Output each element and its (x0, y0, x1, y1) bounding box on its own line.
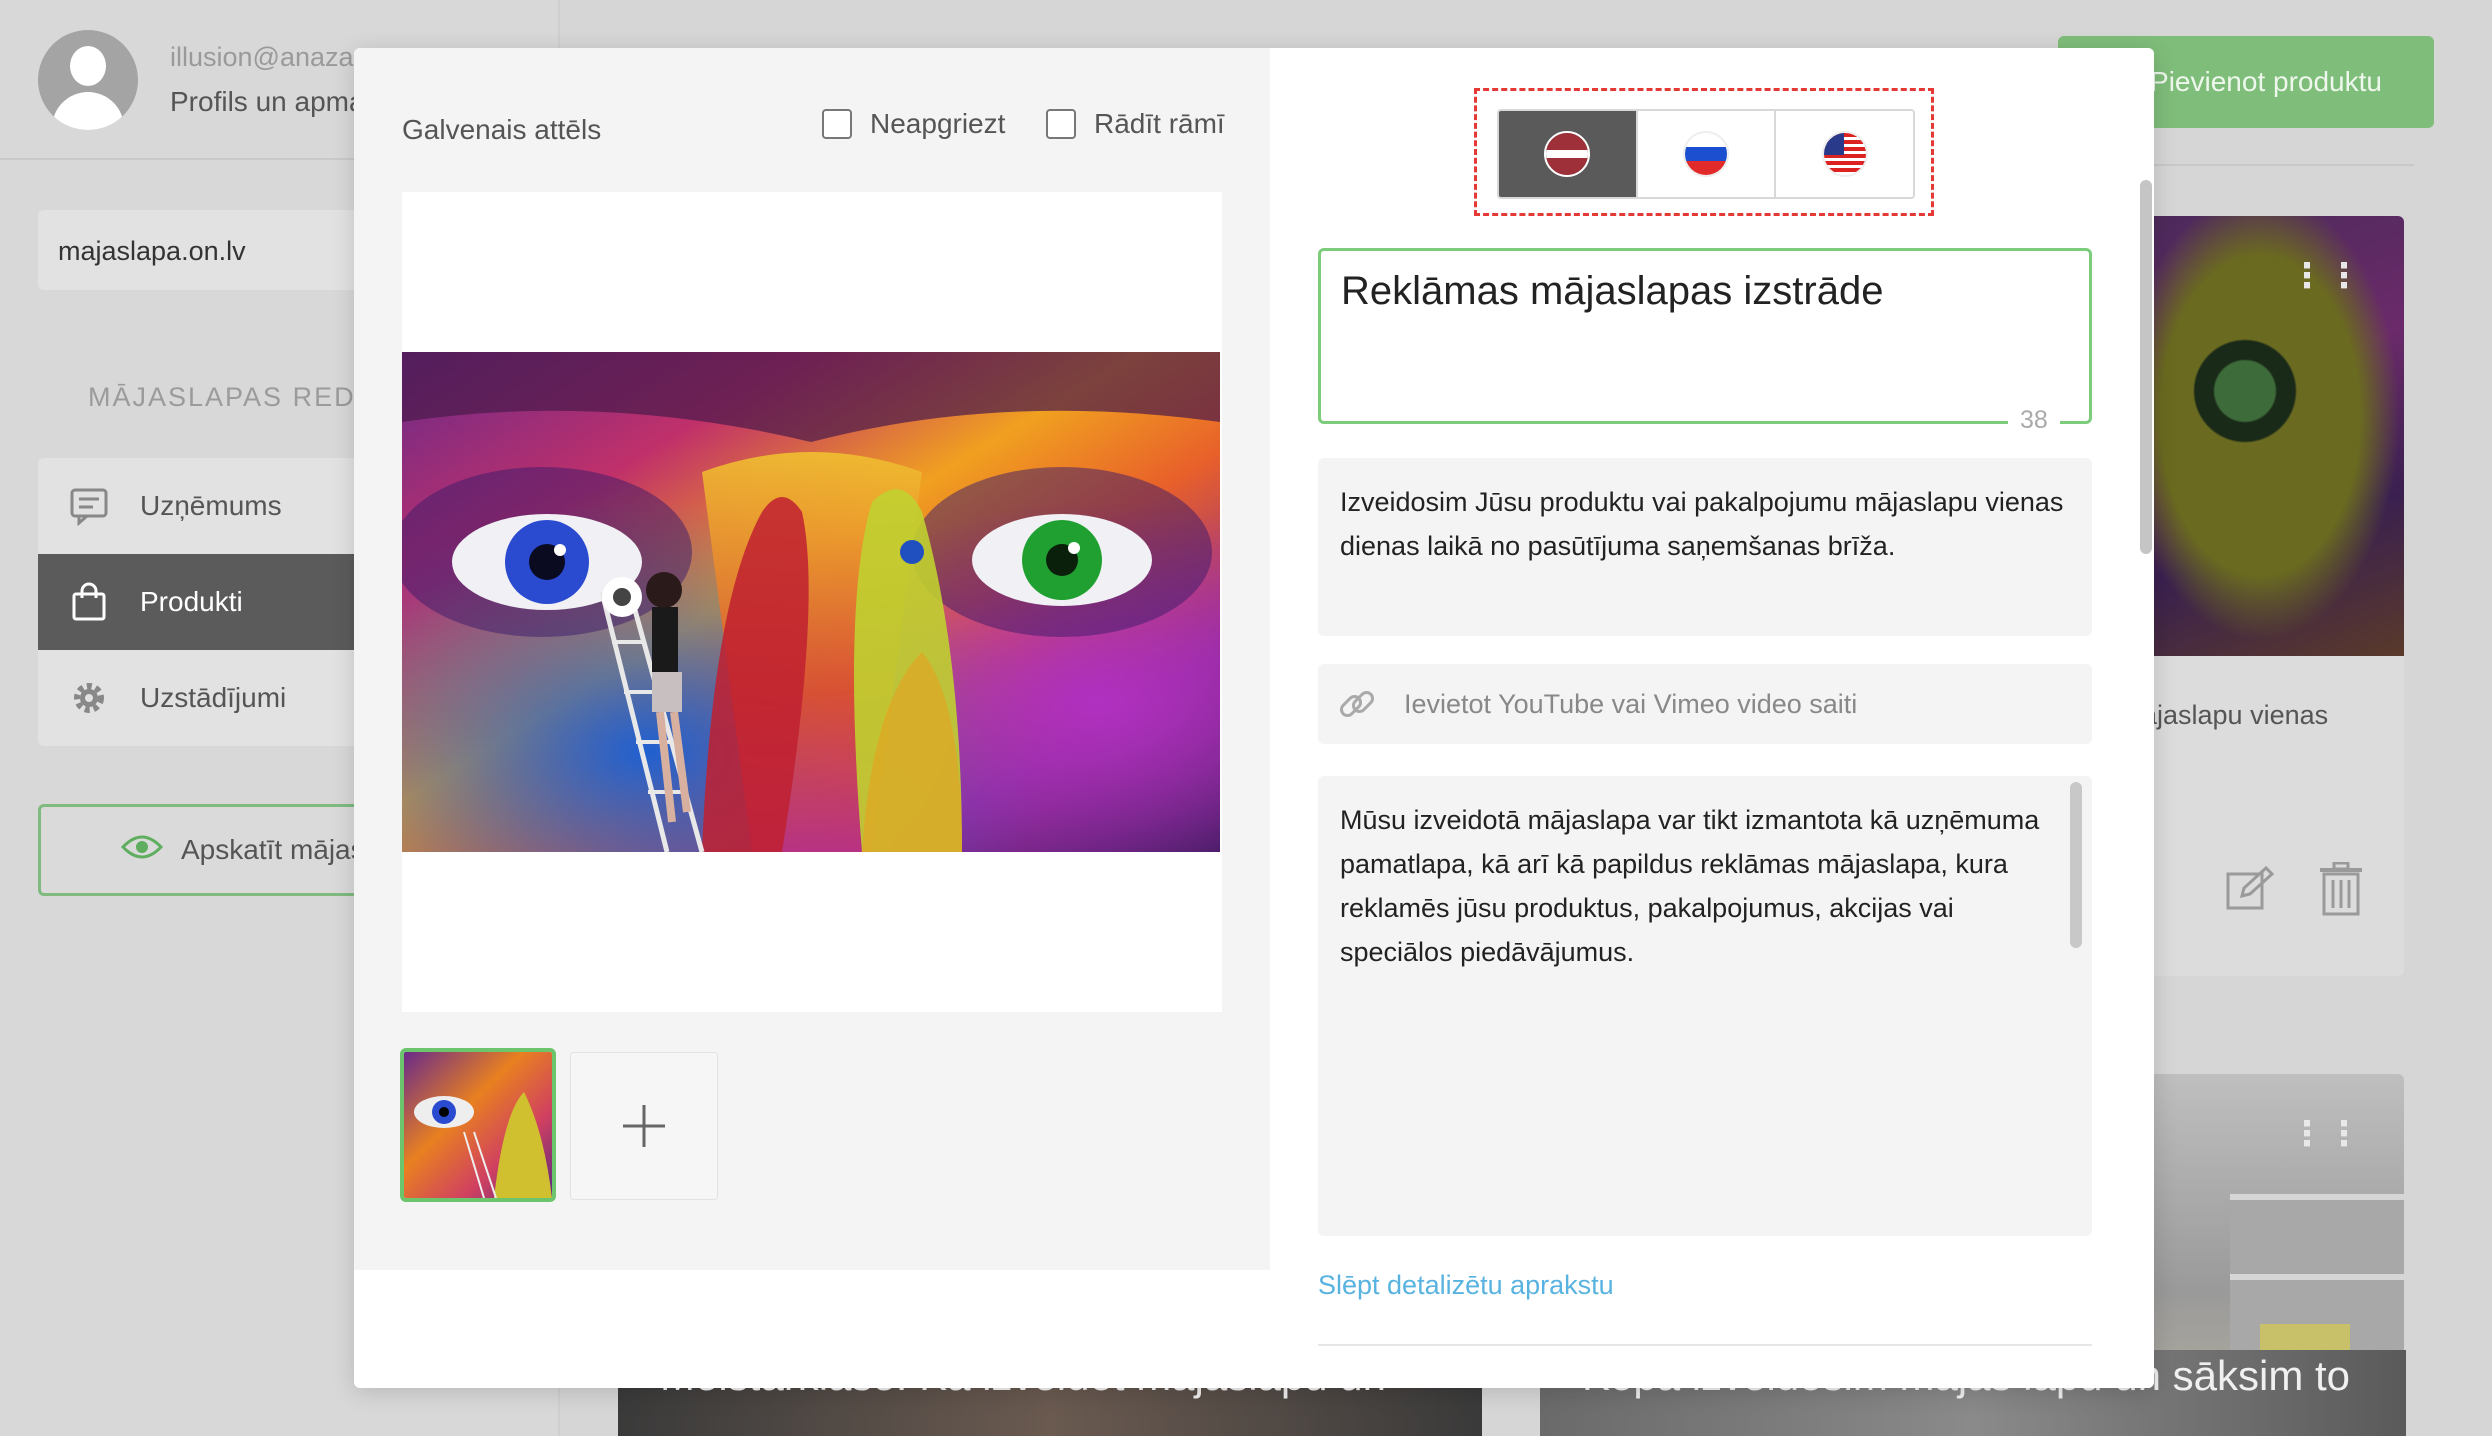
trash-icon[interactable] (2318, 861, 2364, 921)
sidebar-item-label: Uzņēmums (140, 490, 282, 521)
video-url-placeholder: Ievietot YouTube vai Vimeo video saiti (1404, 688, 1858, 719)
modal-scrollbar[interactable] (2140, 180, 2152, 554)
shopping-bag-icon (68, 581, 110, 623)
uncropped-label: Neapgriezt (870, 108, 1006, 139)
link-icon (1336, 683, 1378, 725)
uncropped-checkbox[interactable]: Neapgriezt (822, 108, 1005, 140)
chat-icon (68, 485, 110, 527)
image-thumbnail[interactable] (400, 1048, 556, 1202)
main-image-label: Galvenais attēls (402, 114, 602, 145)
latvia-flag-icon (1544, 131, 1591, 177)
details-pane: Reklāmas mājaslapas izstrāde 38 Izveidos… (1270, 48, 2154, 1388)
show-frame-label: Rādīt rāmī (1094, 108, 1225, 139)
hide-details-link[interactable]: Slēpt detalizētu aprakstu (1318, 1270, 1614, 1301)
language-switcher (1497, 109, 1915, 199)
language-button-ru[interactable] (1637, 111, 1777, 197)
title-char-count: 38 (2008, 406, 2060, 435)
sidebar-item-label: Produkti (140, 586, 243, 617)
more-options-icon[interactable]: ⋮⋮ (2290, 256, 2364, 296)
short-description-input[interactable]: Izveidosim Jūsu produktu vai pakalpojumu… (1318, 458, 2092, 636)
profile-link[interactable]: Profils un apma (170, 86, 365, 118)
more-options-icon[interactable]: ⋮⋮ (2290, 1114, 2364, 1154)
gear-icon (68, 677, 110, 719)
add-image-button[interactable] (570, 1052, 718, 1200)
language-switcher-highlight (1474, 88, 1934, 216)
usa-flag-icon (1821, 131, 1868, 177)
section-label: MĀJASLAPAS REDI (88, 382, 366, 412)
product-title-input[interactable]: Reklāmas mājaslapas izstrāde (1318, 248, 2092, 424)
user-email: illusion@anaza (170, 42, 354, 72)
view-site-label: Apskatīt mājas (181, 834, 365, 865)
product-card[interactable]: ⋮⋮ ājaslapu vienas (2110, 216, 2404, 976)
divider (1318, 1344, 2092, 1346)
product-edit-modal: Galvenais attēls Neapgriezt Rādīt rāmī R… (354, 48, 2154, 1388)
russia-flag-icon (1683, 131, 1729, 177)
language-button-en[interactable] (1776, 111, 1913, 197)
eye-icon (120, 833, 164, 868)
detailed-description-input[interactable]: Mūsu izveidotā mājaslapa var tikt izmant… (1318, 776, 2092, 1236)
checkbox-box[interactable] (822, 109, 852, 139)
description-scrollbar[interactable] (2070, 782, 2082, 948)
image-pane: Galvenais attēls Neapgriezt Rādīt rāmī (354, 48, 1270, 1270)
plus-icon (623, 1105, 665, 1147)
sidebar-item-label: Uzstādījumi (140, 682, 287, 713)
avatar[interactable] (38, 30, 138, 130)
video-url-input[interactable]: Ievietot YouTube vai Vimeo video saiti (1318, 664, 2092, 744)
main-image[interactable] (402, 352, 1220, 852)
show-in-frame-checkbox[interactable]: Rādīt rāmī (1046, 108, 1225, 140)
detailed-description-text: Mūsu izveidotā mājaslapa var tikt izmant… (1340, 805, 2040, 967)
edit-icon[interactable] (2224, 864, 2275, 919)
main-image-area[interactable] (402, 192, 1222, 1012)
product-card-text: ājaslapu vienas (2142, 700, 2329, 730)
language-button-lv[interactable] (1499, 111, 1638, 197)
checkbox-box[interactable] (1046, 109, 1076, 139)
